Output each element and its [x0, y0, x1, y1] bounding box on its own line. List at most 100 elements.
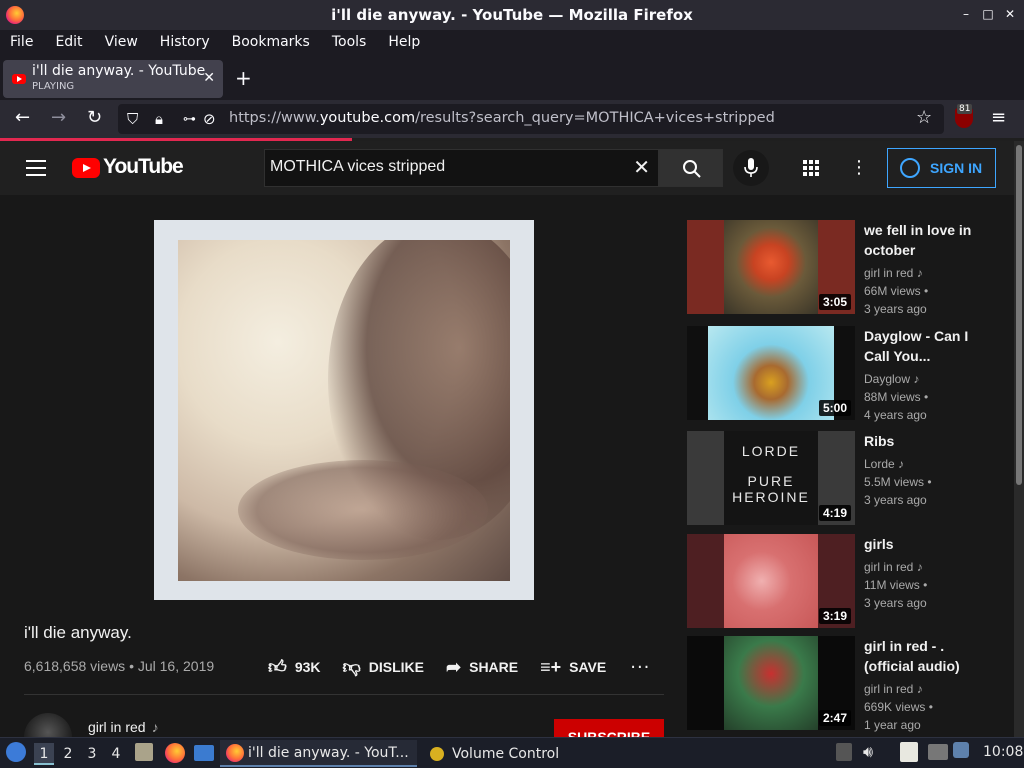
recommendation-title[interactable]: girl in red - . (official audio)	[864, 636, 994, 676]
maximize-button[interactable]: □	[980, 5, 996, 23]
new-tab-button[interactable]: +	[235, 66, 252, 90]
menu-file[interactable]: File	[10, 34, 33, 50]
more-actions-button[interactable]: ···	[630, 657, 650, 678]
channel-avatar[interactable]	[24, 713, 72, 737]
music-note-icon: ♪	[151, 719, 159, 735]
settings-more-icon[interactable]: ⋮	[850, 158, 868, 178]
tab-close-button[interactable]: ✕	[203, 70, 215, 86]
volume-control-icon	[430, 746, 444, 761]
forward-button[interactable]: →	[51, 108, 66, 128]
firefox-launcher-icon[interactable]	[165, 743, 185, 763]
scrollbar-thumb[interactable]	[1016, 145, 1022, 485]
recommendation-item[interactable]: 3:19 girls girl in red ♪ 11M views • 3 y…	[687, 534, 997, 630]
recommendation-item[interactable]: 5:00 Dayglow - Can I Call You... Dayglow…	[687, 326, 997, 422]
app-menu-button[interactable]: ≡	[991, 108, 1006, 128]
youtube-wordmark[interactable]: YouTube	[103, 155, 184, 179]
bookmark-star-icon[interactable]: ☆	[916, 107, 932, 128]
video-duration: 3:19	[818, 608, 851, 624]
start-menu-icon[interactable]	[6, 742, 26, 762]
reload-button[interactable]: ↻	[87, 108, 102, 128]
url-text[interactable]: https://www.youtube.com/results?search_q…	[229, 110, 775, 126]
tab-title: i'll die anyway. - YouTube	[32, 63, 206, 79]
window-controls: – □ ✕	[958, 5, 1018, 23]
search-button[interactable]	[659, 149, 723, 187]
search-input[interactable]	[270, 158, 620, 176]
task-volume-control[interactable]: Volume Control	[424, 740, 594, 767]
recommendation-item[interactable]: 2:47 girl in red - . (official audio) gi…	[687, 636, 997, 732]
recommendation-views: 66M views •	[864, 284, 929, 298]
recommendation-item[interactable]: 3:05 we fell in love in october girl in …	[687, 220, 997, 316]
recommendation-title[interactable]: Dayglow - Can I Call You...	[864, 326, 994, 366]
recommendation-thumbnail[interactable]: 5:00	[687, 326, 855, 420]
autoplay-blocked-icon[interactable]: ⊘	[203, 110, 216, 128]
menu-bookmarks[interactable]: Bookmarks	[232, 34, 310, 50]
recommendation-channel[interactable]: girl in red ♪	[864, 266, 923, 280]
youtube-logo-icon[interactable]	[72, 158, 100, 178]
speaker-volume-icon[interactable]: 🔊︎	[863, 742, 873, 762]
workspace-1[interactable]: 1	[34, 743, 54, 765]
lock-icon[interactable]: 🔒︎	[155, 110, 163, 128]
menu-tools[interactable]: Tools	[332, 34, 367, 50]
cover-photo	[178, 240, 510, 581]
workspace-3[interactable]: 3	[82, 743, 102, 765]
page-scrollbar[interactable]	[1014, 141, 1024, 737]
recommendation-title[interactable]: Ribs	[864, 431, 994, 451]
search-clear-button[interactable]: ✕	[633, 155, 650, 179]
tray-scroll-icon[interactable]	[836, 743, 852, 761]
close-window-button[interactable]: ✕	[1002, 5, 1018, 23]
youtube-header: YouTube ✕ ⋮ SIGN IN	[0, 141, 1014, 195]
menu-help[interactable]: Help	[388, 34, 420, 50]
recommendation-views: 11M views •	[864, 578, 928, 592]
shield-icon[interactable]: ⛉	[127, 110, 138, 128]
sign-in-button[interactable]: SIGN IN	[887, 148, 996, 188]
music-note-icon: ♪	[916, 560, 923, 574]
menu-edit[interactable]: Edit	[55, 34, 82, 50]
guide-menu-icon[interactable]	[26, 160, 46, 176]
clock[interactable]: 10:08	[983, 744, 1023, 760]
minimize-button[interactable]: –	[958, 5, 974, 23]
recommendation-title[interactable]: girls	[864, 534, 994, 554]
playlist-add-icon: ≡+	[540, 656, 562, 677]
recommendation-item[interactable]: LORDE PURE HEROINE 4:19 Ribs Lorde ♪ 5.5…	[687, 431, 997, 527]
youtube-apps-icon[interactable]	[803, 160, 819, 176]
clipboard-icon[interactable]	[900, 742, 918, 762]
network-icon[interactable]	[928, 744, 948, 760]
tab-youtube[interactable]: i'll die anyway. - YouTube PLAYING ✕	[3, 60, 223, 98]
url-bar[interactable]: ⛉ 🔒︎ ⊶ ⊘ https://www.youtube.com/results…	[118, 104, 944, 134]
voice-search-button[interactable]	[733, 150, 769, 186]
sign-in-label: SIGN IN	[930, 160, 983, 176]
updates-icon[interactable]	[953, 742, 969, 758]
menu-history[interactable]: History	[160, 34, 210, 50]
recommendation-thumbnail[interactable]: 3:05	[687, 220, 855, 314]
video-duration: 3:05	[818, 294, 851, 310]
recommendation-thumbnail[interactable]: 3:19	[687, 534, 855, 628]
menu-view[interactable]: View	[105, 34, 138, 50]
recommendation-thumbnail[interactable]: LORDE PURE HEROINE 4:19	[687, 431, 855, 525]
recommendation-channel[interactable]: Lorde ♪	[864, 457, 904, 471]
firefox-icon	[226, 743, 244, 762]
thumbs-down-icon: 👎︎	[342, 657, 361, 677]
recommendation-channel[interactable]: girl in red ♪	[864, 560, 923, 574]
save-button[interactable]: ≡+ SAVE	[540, 657, 606, 678]
recommendation-age: 1 year ago	[864, 718, 921, 732]
workspace-2[interactable]: 2	[58, 743, 78, 765]
share-button[interactable]: ➦ SHARE	[446, 657, 518, 678]
recommendation-thumbnail[interactable]: 2:47	[687, 636, 855, 730]
task-firefox[interactable]: i'll die anyway. - YouT...	[220, 740, 417, 767]
recommendation-title[interactable]: we fell in love in october	[864, 220, 994, 260]
video-view-count-date: 6,618,658 views • Jul 16, 2019	[24, 658, 215, 674]
system-taskbar: 1 2 3 4 i'll die anyway. - YouT... Volum…	[0, 737, 1024, 768]
like-button[interactable]: 👍︎ 93K	[268, 656, 321, 678]
recommendation-channel[interactable]: girl in red ♪	[864, 682, 923, 696]
recommendation-channel[interactable]: Dayglow ♪	[864, 372, 919, 386]
file-manager-icon[interactable]	[135, 743, 153, 761]
subscribe-button[interactable]: SUBSCRIBE	[554, 719, 664, 737]
back-button[interactable]: ←	[15, 108, 30, 128]
dislike-button[interactable]: 👎︎ DISLIKE	[343, 656, 425, 678]
video-player[interactable]	[24, 195, 664, 625]
workspace-4[interactable]: 4	[106, 743, 126, 765]
channel-name[interactable]: girl in red ♪	[88, 719, 159, 735]
permissions-icon[interactable]: ⊶	[183, 112, 196, 127]
youtube-page: YouTube ✕ ⋮ SIGN IN i'	[0, 141, 1014, 737]
desktop-icon[interactable]	[194, 745, 214, 761]
